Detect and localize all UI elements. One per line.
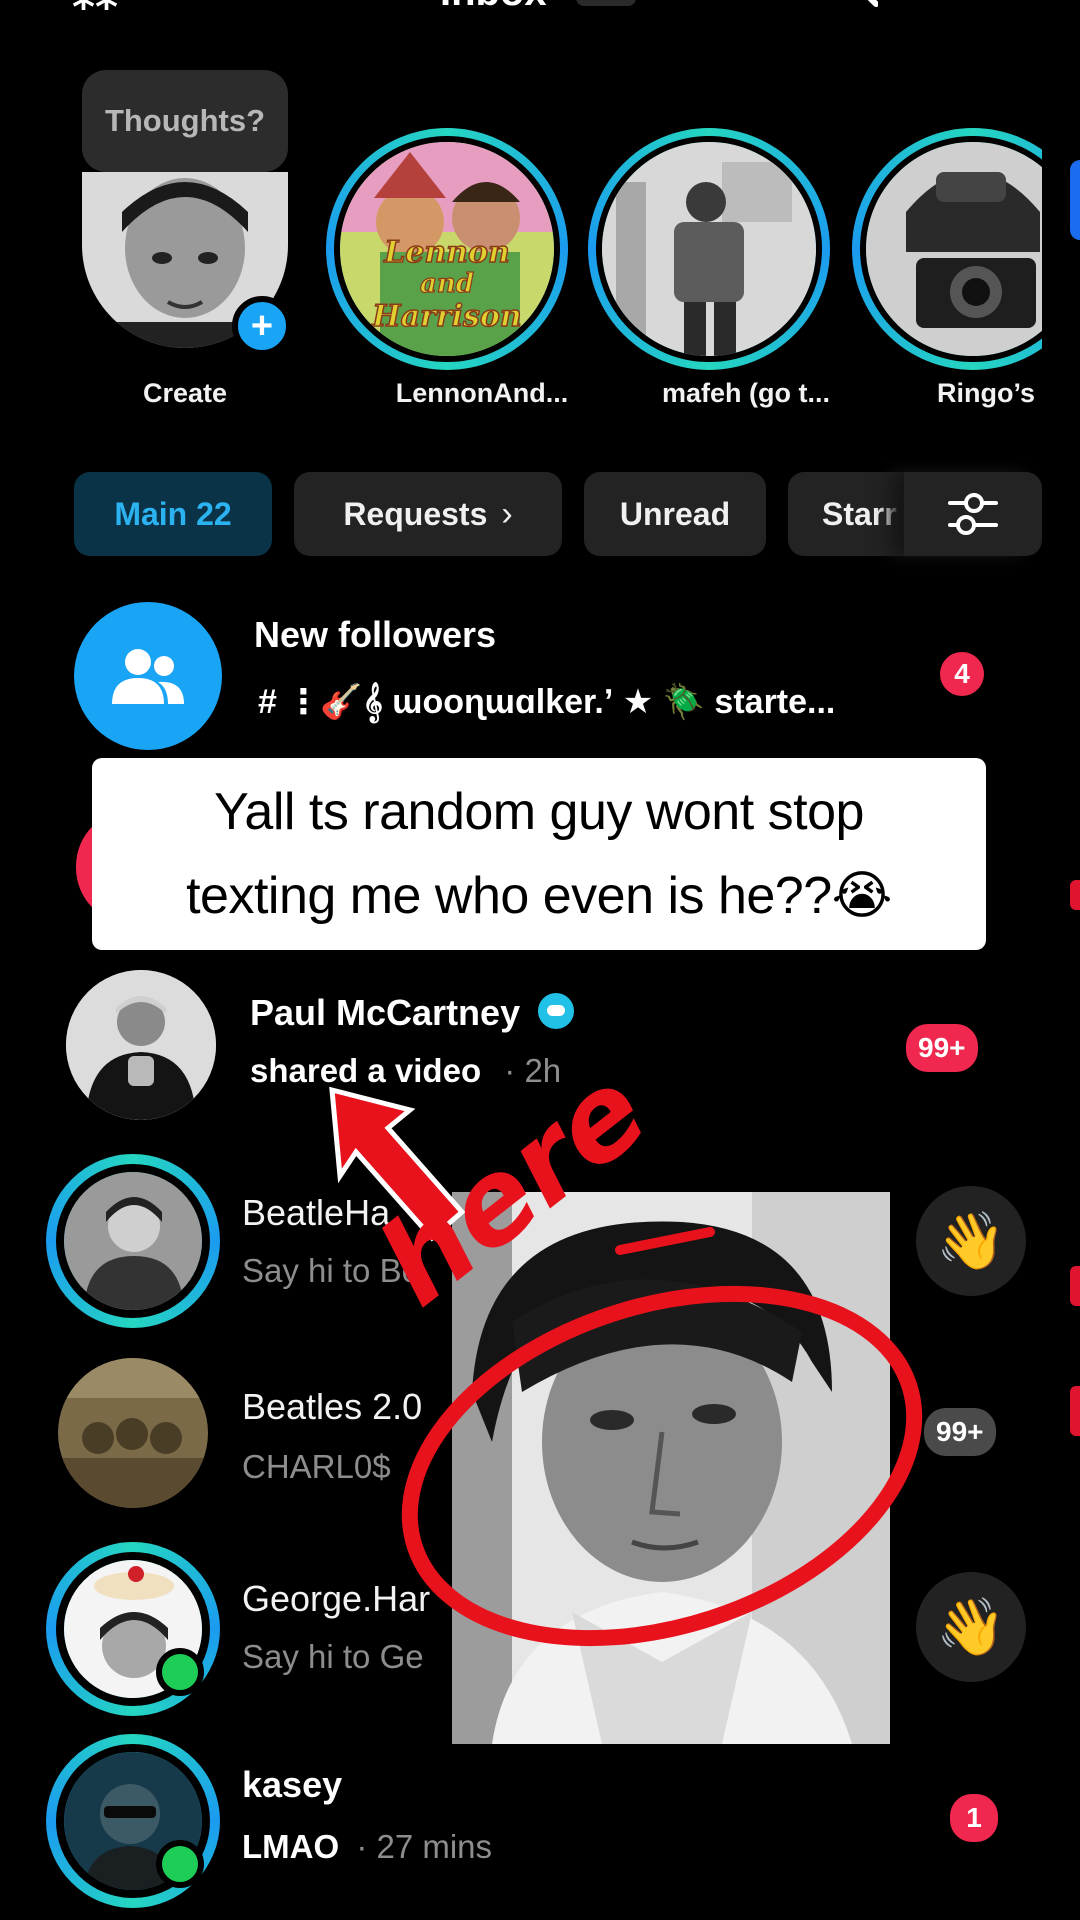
- contact-name: Paul McCartney: [250, 992, 521, 1033]
- online-status-dot: [156, 1648, 204, 1696]
- paul-portrait-image: [452, 1192, 890, 1744]
- row-subtitle: CHARL0$: [242, 1448, 391, 1485]
- row-title: New followers: [254, 614, 497, 655]
- art-text-and: and: [420, 269, 474, 299]
- overlay-photo: [452, 1192, 890, 1744]
- followers-avatar: [74, 602, 222, 750]
- tab-requests-label: Requests: [343, 495, 488, 532]
- avatar: [596, 136, 822, 362]
- wave-hand-button[interactable]: 👋: [916, 1186, 1026, 1296]
- beatleha-avatar-image: [64, 1172, 202, 1310]
- verified-chat-icon: [538, 993, 575, 1029]
- avatar: [66, 970, 216, 1120]
- last-message: shared a video: [250, 1052, 482, 1089]
- people-icon: [112, 649, 184, 704]
- unread-badge: 99+: [906, 1024, 978, 1072]
- row-subtitle: LMAO · 27 mins: [242, 1828, 492, 1866]
- chevron-right-icon: ›: [501, 494, 513, 533]
- paul-avatar-image: [66, 970, 216, 1120]
- beatles-group-avatar-image: [58, 1358, 208, 1508]
- unread-badge: 99+: [924, 1408, 996, 1456]
- filter-sliders-button[interactable]: [904, 472, 1042, 556]
- video-caption-overlay: Yall ts random guy wont stop texting me …: [92, 758, 986, 950]
- avatar: Lennon and Harrison: [334, 136, 560, 362]
- row-subtitle: shared a video · 2h: [250, 1052, 561, 1090]
- thoughts-bubble[interactable]: Thoughts?: [82, 70, 288, 172]
- lennon-harrison-art: Lennon and Harrison: [340, 142, 554, 356]
- tab-main[interactable]: Main 22: [74, 472, 272, 556]
- sliders-icon: [948, 493, 998, 535]
- story-label: Create: [142, 378, 228, 408]
- status-glyph: ⁎⁎: [72, 0, 118, 21]
- art-text-harrison: Harrison: [371, 299, 522, 334]
- tab-unread[interactable]: Unread: [584, 472, 766, 556]
- row-title: Beatles 2.0: [242, 1386, 423, 1427]
- online-status-dot: [156, 1840, 204, 1888]
- top-bar: ⁎⁎ Inbox: [0, 0, 1080, 20]
- row-subtitle: Say hi to Ge: [242, 1638, 424, 1675]
- edge-red-mark: [1070, 1386, 1080, 1436]
- wave-hand-button[interactable]: 👋: [916, 1572, 1026, 1682]
- caption-line-2: texting me who even is he??😭: [186, 867, 892, 925]
- unread-badge: 1: [950, 1794, 998, 1842]
- mafeh-photo: [602, 142, 816, 356]
- avatar: [58, 1358, 208, 1508]
- message-time: · 27 mins: [356, 1828, 493, 1865]
- page-title: Inbox: [440, 0, 547, 15]
- unread-badge: 4: [940, 652, 984, 696]
- row-title: kasey: [242, 1764, 343, 1805]
- edge-red-mark: [1070, 880, 1080, 910]
- avatar: [56, 1164, 210, 1318]
- art-text-lennon: Lennon: [383, 235, 510, 270]
- row-subtitle: Say hi to Be: [242, 1252, 420, 1289]
- row-title: BeatleHa: [242, 1192, 391, 1233]
- row-title: Paul McCartney: [250, 992, 575, 1034]
- title-count-pill: [576, 0, 636, 6]
- edge-blue-mark: [1070, 160, 1080, 240]
- story-label: mafeh (go t...: [662, 378, 830, 408]
- search-icon[interactable]: [826, 0, 878, 10]
- message-time: · 2h: [504, 1052, 562, 1089]
- wave-hand-icon: 👋: [936, 1209, 1006, 1272]
- story-label: LennonAnd...: [395, 378, 569, 408]
- caption-line-1: Yall ts random guy wont stop: [214, 783, 864, 841]
- edge-red-mark: [1070, 1266, 1080, 1306]
- row-subtitle: # ⋮🎸𝄞 ɯooɳɯɑlker.ʼ ★ 🪲 starte...: [258, 683, 836, 721]
- row-title: George.Har: [242, 1578, 431, 1619]
- create-plus-icon[interactable]: +: [232, 296, 292, 356]
- last-message: LMAO: [242, 1828, 340, 1865]
- tab-requests[interactable]: Requests ›: [294, 472, 562, 556]
- wave-hand-icon: 👋: [936, 1595, 1006, 1658]
